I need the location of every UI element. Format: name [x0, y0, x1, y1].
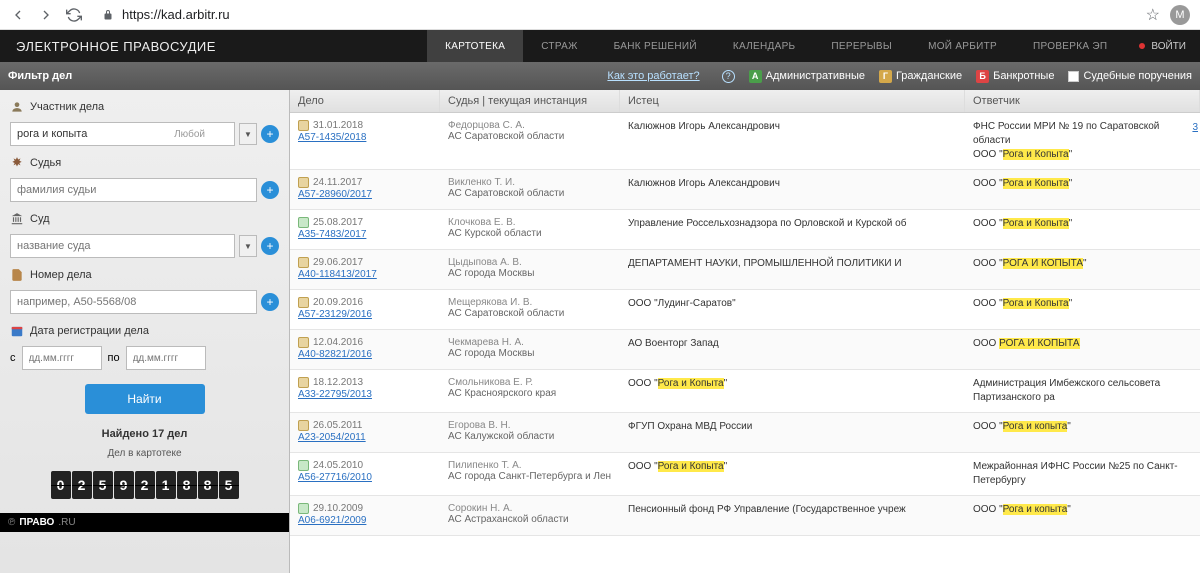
url-bar[interactable]: https://kad.arbitr.ru	[94, 5, 1134, 24]
case-link[interactable]: А40-118413/2017	[298, 269, 377, 280]
counter-digit: 2	[72, 471, 92, 499]
scroll-count[interactable]: 3	[1192, 122, 1198, 133]
type-assign[interactable]: Судебные поручения	[1068, 70, 1192, 82]
found-sub: Дел в картотеке	[10, 448, 279, 459]
tab-календарь[interactable]: КАЛЕНДАРЬ	[715, 30, 814, 62]
table-row[interactable]: 31.01.2018А57-1435/2018Федорцова С. А.АС…	[290, 113, 1200, 170]
court-label: Суд	[10, 212, 279, 226]
counter-digit: 2	[135, 471, 155, 499]
tab-страж[interactable]: СТРАЖ	[523, 30, 595, 62]
case-icon	[298, 177, 309, 188]
participant-label: Участник дела	[10, 100, 279, 114]
table-row[interactable]: 24.05.2010А56-27716/2010Пилипенко Т. А.А…	[290, 453, 1200, 496]
counter-digit: 0	[51, 471, 71, 499]
case-link[interactable]: А57-1435/2018	[298, 132, 366, 143]
case-link[interactable]: А23-2054/2011	[298, 432, 366, 443]
case-link[interactable]: А33-22795/2013	[298, 389, 372, 400]
add-participant-button[interactable]: +	[261, 125, 279, 143]
type-civil[interactable]: ГГражданские	[879, 70, 962, 83]
civil-icon: Г	[879, 70, 892, 83]
column-headers: Дело Судья | текущая инстанция Истец Отв…	[290, 90, 1200, 113]
counter: 025921885	[10, 471, 279, 499]
case-link[interactable]: А57-28960/2017	[298, 189, 372, 200]
counter-digit: 8	[177, 471, 197, 499]
case-label: Номер дела	[10, 268, 279, 282]
search-button[interactable]: Найти	[85, 384, 205, 414]
counter-digit: 5	[219, 471, 239, 499]
case-icon	[298, 377, 309, 388]
bankrupt-icon: Б	[976, 70, 989, 83]
case-icon	[298, 120, 309, 131]
browser-bar: https://kad.arbitr.ru ☆ M	[0, 0, 1200, 30]
case-icon	[298, 460, 309, 471]
case-input[interactable]	[10, 290, 257, 314]
login-button[interactable]: ВОЙТИ	[1125, 41, 1200, 52]
date-to-input[interactable]	[126, 346, 206, 370]
tab-мой арбитр[interactable]: МОЙ АРБИТР	[910, 30, 1015, 62]
table-row[interactable]: 29.10.2009А06-6921/2009Сорокин Н. А.АС А…	[290, 496, 1200, 536]
case-link[interactable]: А40-82821/2016	[298, 349, 372, 360]
add-court-button[interactable]: +	[261, 237, 279, 255]
top-nav: ЭЛЕКТРОННОЕ ПРАВОСУДИЕ КАРТОТЕКАСТРАЖБАН…	[0, 30, 1200, 62]
tab-проверка эп[interactable]: ПРОВЕРКА ЭП	[1015, 30, 1125, 62]
date-label: Дата регистрации дела	[10, 324, 279, 338]
table-row[interactable]: 24.11.2017А57-28960/2017Викленко Т. И.АС…	[290, 170, 1200, 210]
counter-digit: 9	[114, 471, 134, 499]
table-row[interactable]: 26.05.2011А23-2054/2011Егорова В. Н.АС К…	[290, 413, 1200, 453]
court-input[interactable]	[10, 234, 235, 258]
counter-digit: 5	[93, 471, 113, 499]
judge-label: Судья	[10, 156, 279, 170]
date-from-input[interactable]	[22, 346, 102, 370]
case-icon	[298, 503, 309, 514]
help-icon[interactable]: ?	[722, 70, 735, 83]
table-row[interactable]: 18.12.2013А33-22795/2013Смольникова Е. Р…	[290, 370, 1200, 413]
tab-перерывы[interactable]: ПЕРЕРЫВЫ	[813, 30, 910, 62]
filter-title: Фильтр дел	[8, 70, 72, 82]
case-icon	[298, 297, 309, 308]
found-count: Найдено 17 дел	[10, 428, 279, 440]
lock-icon	[102, 9, 114, 21]
results: Дело Судья | текущая инстанция Истец Отв…	[290, 90, 1200, 573]
counter-digit: 8	[198, 471, 218, 499]
case-icon	[298, 420, 309, 431]
table-row[interactable]: 20.09.2016А57-23129/2016Мещерякова И. В.…	[290, 290, 1200, 330]
avatar[interactable]: M	[1170, 5, 1190, 25]
url-text: https://kad.arbitr.ru	[122, 7, 230, 22]
type-admin[interactable]: ААдминистративные	[749, 70, 865, 83]
dropdown-icon[interactable]: ▼	[239, 123, 257, 145]
how-link[interactable]: Как это работает?	[607, 70, 699, 82]
filter-bar: Фильтр дел Как это работает? ? ААдминист…	[0, 62, 1200, 90]
dropdown-icon[interactable]: ▼	[239, 235, 257, 257]
case-icon	[298, 217, 309, 228]
tab-банк решений[interactable]: БАНК РЕШЕНИЙ	[596, 30, 715, 62]
reload-icon[interactable]	[66, 7, 82, 23]
case-link[interactable]: А57-23129/2016	[298, 309, 372, 320]
tab-картотека[interactable]: КАРТОТЕКА	[427, 30, 523, 62]
counter-digit: 1	[156, 471, 176, 499]
bookmark-icon[interactable]: ☆	[1146, 5, 1160, 25]
table-row[interactable]: 25.08.2017А35-7483/2017Клочкова Е. В.АС …	[290, 210, 1200, 250]
checkbox-icon	[1068, 71, 1079, 82]
case-link[interactable]: А35-7483/2017	[298, 229, 366, 240]
forward-icon[interactable]	[38, 7, 54, 23]
status-dot-icon	[1139, 43, 1145, 49]
admin-icon: А	[749, 70, 762, 83]
case-link[interactable]: А06-6921/2009	[298, 515, 366, 526]
add-judge-button[interactable]: +	[261, 181, 279, 199]
table-row[interactable]: 12.04.2016А40-82821/2016Чекмарева Н. А.А…	[290, 330, 1200, 370]
brand: ЭЛЕКТРОННОЕ ПРАВОСУДИЕ	[0, 39, 232, 54]
back-icon[interactable]	[10, 7, 26, 23]
pravo-logo[interactable]: ℗ ПРАВО.RU	[0, 513, 289, 532]
case-icon	[298, 257, 309, 268]
table-row[interactable]: 29.06.2017А40-118413/2017Цыдыпова А. В.А…	[290, 250, 1200, 290]
sidebar: Участник дела Любой ▼ + Судья + Суд ▼ + …	[0, 90, 290, 573]
case-icon	[298, 337, 309, 348]
add-case-button[interactable]: +	[261, 293, 279, 311]
type-bankrupt[interactable]: ББанкротные	[976, 70, 1054, 83]
case-link[interactable]: А56-27716/2010	[298, 472, 372, 483]
judge-input[interactable]	[10, 178, 257, 202]
